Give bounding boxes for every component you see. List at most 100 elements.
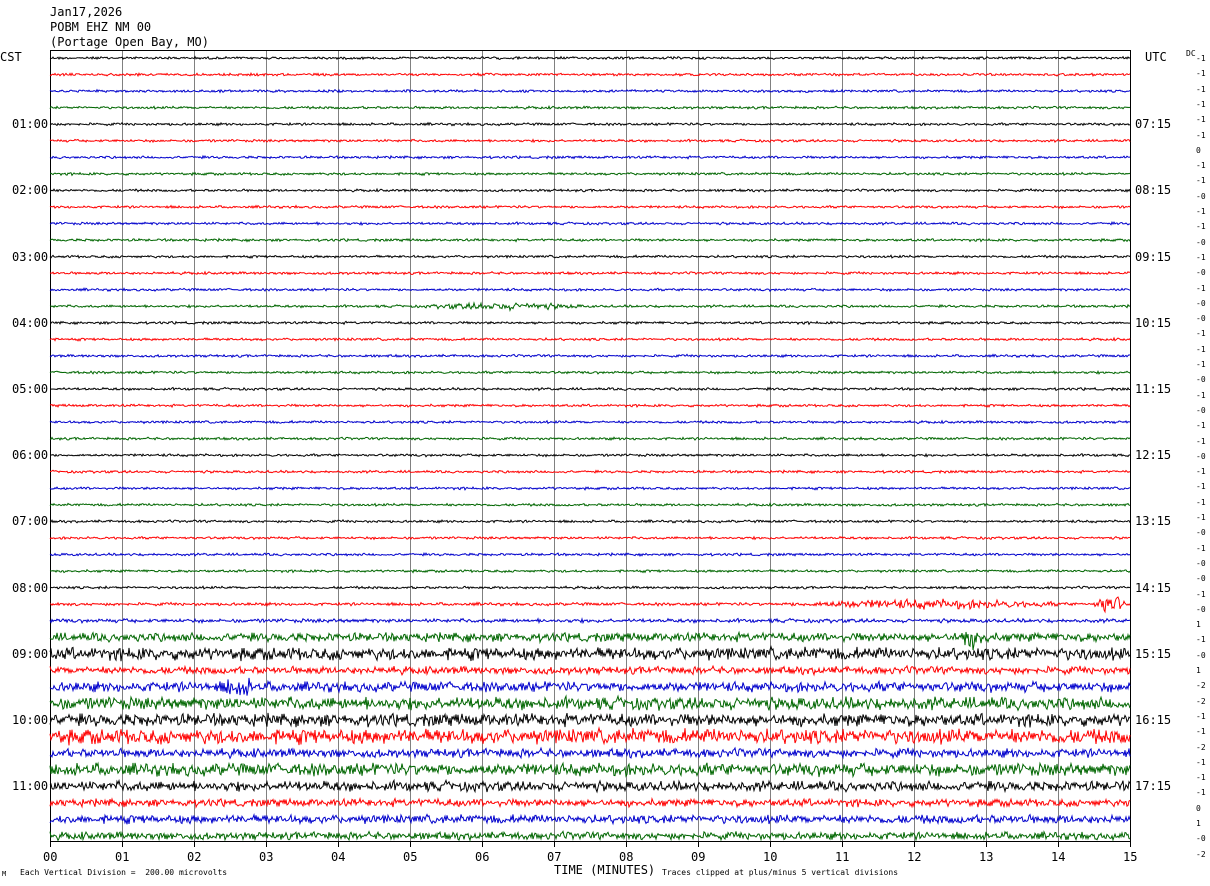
- seismic-trace: [49, 664, 1131, 677]
- left-hour-label: 02:00: [12, 183, 49, 198]
- dc-offset-value: 0: [1196, 803, 1201, 813]
- seismic-trace: [49, 552, 1131, 557]
- dc-offset-value: -1: [1196, 757, 1206, 767]
- seismic-trace: [49, 645, 1131, 662]
- left-hour-label: 04:00: [12, 315, 49, 330]
- seismic-trace: [49, 403, 1131, 409]
- dc-offset-value: 1: [1196, 620, 1201, 630]
- footer-scale-note: Each Vertical Division = 200.00 microvol…: [20, 868, 228, 877]
- seismic-trace: [49, 796, 1131, 809]
- dc-offset-value: -1: [1196, 54, 1206, 63]
- x-tick-label: 03: [259, 850, 274, 864]
- seismic-trace: [49, 270, 1131, 276]
- seismic-trace: [49, 436, 1131, 441]
- seismic-trace: [50, 320, 1131, 326]
- dc-offset-value: -2: [1196, 742, 1206, 752]
- dc-offset-value: -1: [1196, 69, 1206, 79]
- right-hour-label: 09:15: [1135, 249, 1172, 264]
- dc-offset-value: -1: [1196, 161, 1206, 171]
- dc-offset-value: -1: [1196, 788, 1206, 798]
- left-hour-label: 09:00: [12, 646, 49, 661]
- dc-offset-value: -1: [1196, 115, 1206, 125]
- x-tick-label: 02: [187, 850, 202, 864]
- seismic-trace: [49, 486, 1131, 491]
- seismic-trace: [49, 469, 1131, 475]
- dc-offset-value: -0: [1196, 451, 1206, 461]
- seismic-trace: [49, 88, 1131, 94]
- dc-offset-value: -0: [1196, 604, 1206, 614]
- seismic-trace: [49, 452, 1131, 458]
- dc-offset-value: -0: [1196, 298, 1206, 308]
- dc-offset-value: -1: [1196, 130, 1206, 140]
- seismic-trace: [49, 694, 1131, 712]
- right-hour-label: 12:15: [1135, 448, 1172, 463]
- dc-offset-value: -2: [1196, 696, 1206, 706]
- dc-offset-value: -0: [1196, 314, 1206, 324]
- left-hour-label: 10:00: [12, 713, 49, 727]
- right-hour-label: 08:15: [1135, 183, 1172, 198]
- dc-offset-value: -0: [1196, 528, 1206, 538]
- dc-offset-value: -1: [1196, 84, 1206, 94]
- dc-offset-value: -1: [1196, 497, 1206, 507]
- left-hour-label: 06:00: [12, 448, 49, 463]
- seismic-trace: [49, 71, 1131, 78]
- left-hour-label: 01:00: [12, 117, 49, 132]
- dc-offset-value: -1: [1196, 513, 1206, 522]
- dc-offset-value: -0: [1196, 191, 1206, 201]
- dc-offset-value: -1: [1196, 360, 1206, 369]
- seismic-trace: [49, 778, 1131, 794]
- dc-offset-value: -1: [1196, 176, 1206, 186]
- x-tick-label: 04: [331, 850, 346, 864]
- seismic-trace: [49, 726, 1131, 746]
- right-hour-label: 11:15: [1135, 382, 1172, 396]
- x-tick-label: 12: [907, 850, 922, 864]
- right-hour-label: 16:15: [1135, 713, 1172, 727]
- x-tick-label: 09: [691, 850, 706, 864]
- seismic-trace: [49, 617, 1131, 625]
- x-tick-label: 13: [979, 850, 994, 864]
- dc-offset-value: -1: [1196, 773, 1206, 783]
- x-tick-label: 15: [1123, 850, 1138, 864]
- dc-offset-value: -1: [1196, 344, 1206, 354]
- seismic-trace: [49, 204, 1131, 210]
- dc-offset-value: -1: [1196, 436, 1206, 446]
- x-tick-label: 07: [547, 850, 562, 864]
- seismic-trace: [49, 746, 1131, 760]
- right-hour-label: 13:15: [1135, 514, 1172, 529]
- left-hour-label: 11:00: [12, 779, 49, 794]
- dc-offset-value: 0: [1196, 145, 1201, 155]
- dc-offset-value: -1: [1196, 482, 1206, 492]
- dc-offset-value: -1: [1196, 283, 1206, 293]
- dc-offset-value: -1: [1196, 727, 1206, 737]
- dc-offset-value: -2: [1196, 681, 1206, 691]
- footer-clip-note: Traces clipped at plus/minus 5 vertical …: [662, 868, 899, 877]
- x-tick-label: 05: [403, 850, 418, 864]
- corner-mark: M: [2, 870, 7, 878]
- dc-offset-value: -0: [1196, 834, 1206, 844]
- dc-offset-value: -0: [1196, 237, 1206, 247]
- dc-offset-value: -1: [1196, 390, 1206, 400]
- seismic-trace: [49, 502, 1131, 508]
- seismic-trace: [49, 518, 1131, 524]
- x-tick-label: 14: [1051, 850, 1066, 864]
- left-hour-label: 03:00: [12, 249, 49, 264]
- right-hour-label: 10:15: [1135, 315, 1172, 330]
- left-hour-label: 07:00: [12, 514, 49, 529]
- dc-offset-value: 1: [1196, 666, 1201, 675]
- seismic-trace: [49, 596, 1131, 614]
- seismic-trace: [49, 370, 1131, 375]
- seismic-trace: [49, 585, 1131, 590]
- right-hour-label: 17:15: [1135, 779, 1172, 794]
- x-tick-label: 11: [835, 850, 850, 864]
- dc-offset-value: -1: [1196, 207, 1206, 216]
- dc-offset-value: -0: [1196, 574, 1206, 584]
- x-tick-label: 06: [475, 850, 490, 864]
- dc-offset-value: -1: [1196, 222, 1206, 232]
- seismic-trace: [49, 419, 1130, 425]
- seismic-trace: [49, 55, 1131, 61]
- x-tick-label: 08: [619, 850, 634, 864]
- seismic-trace: [49, 677, 1131, 696]
- seismic-trace: [49, 254, 1131, 260]
- vertical-gridlines: [122, 51, 1059, 841]
- plot-frame: [50, 50, 1131, 842]
